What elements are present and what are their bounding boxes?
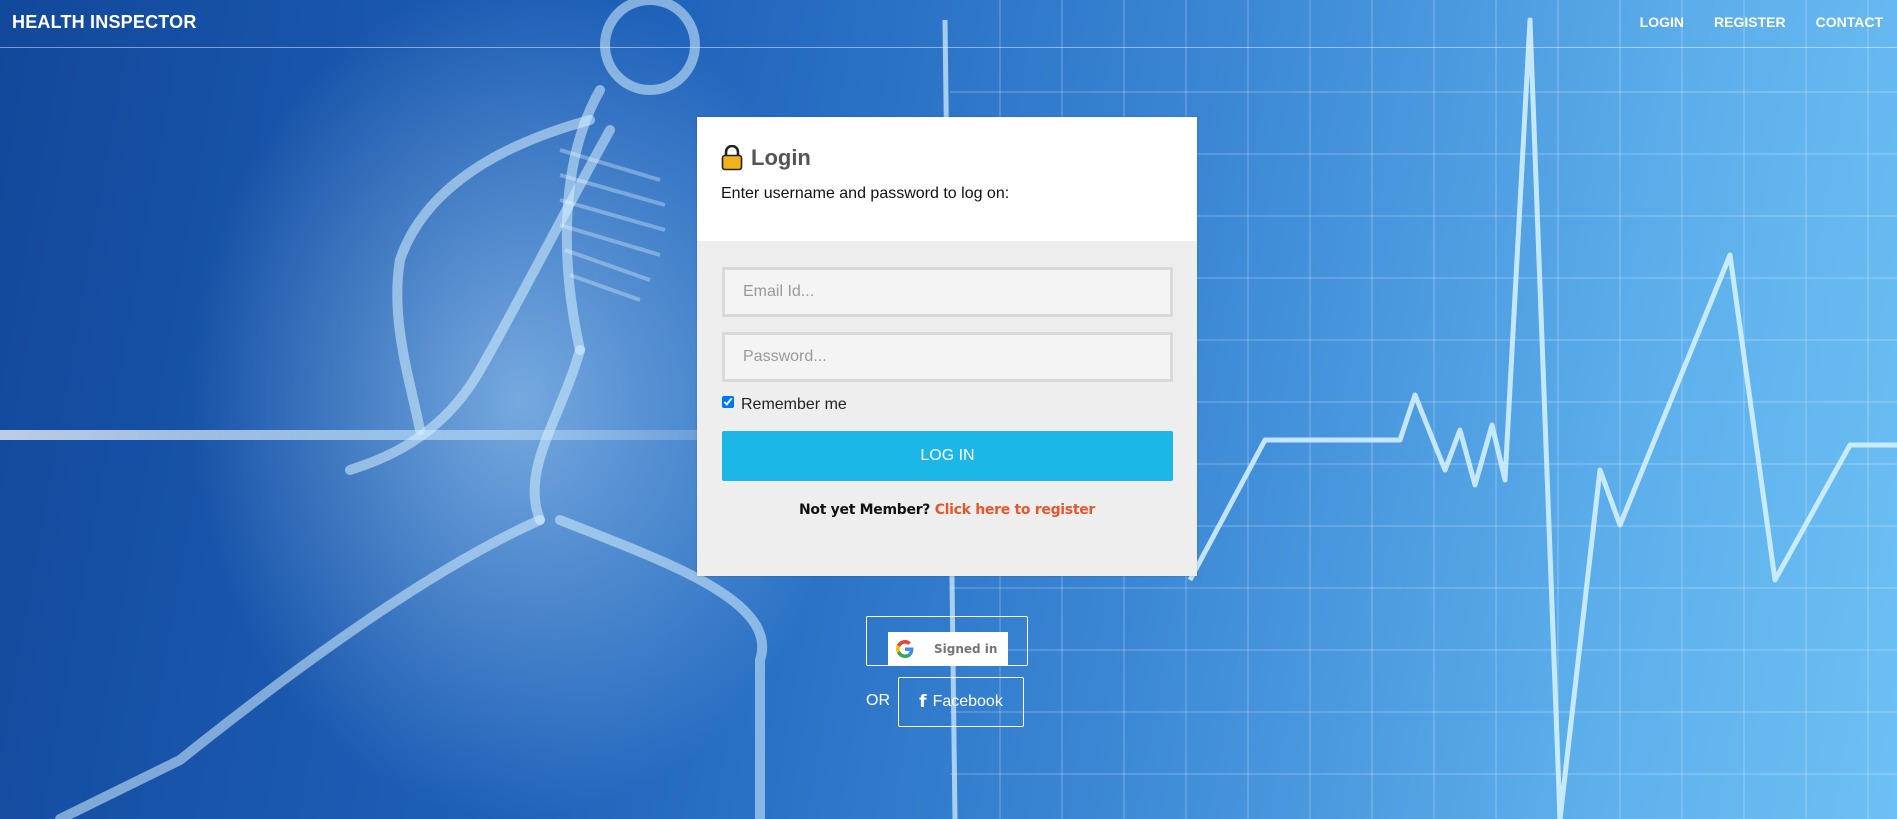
login-card-header: Login Enter username and password to log…	[697, 117, 1197, 241]
register-link[interactable]: Click here to register	[935, 502, 1096, 518]
login-form: Remember me LOG IN Not yet Member? Click…	[697, 241, 1197, 518]
register-prompt-text: Not yet Member?	[798, 502, 931, 518]
facebook-login-button[interactable]: f Facebook	[898, 677, 1024, 727]
password-field[interactable]	[722, 332, 1173, 382]
google-signin-label: Signed in	[934, 642, 998, 656]
login-card: Login Enter username and password to log…	[697, 117, 1197, 576]
login-title-row: Login	[721, 145, 1173, 171]
register-prompt-row: Not yet Member? Click here to register	[722, 502, 1172, 518]
login-subtitle: Enter username and password to log on:	[721, 185, 1010, 202]
main-nav: LOGIN REGISTER CONTACT	[1640, 14, 1883, 30]
google-signin-container: Signed in	[866, 616, 1028, 666]
remember-me-label: Remember me	[741, 396, 847, 413]
email-field[interactable]	[722, 267, 1173, 317]
facebook-f-icon: f	[919, 692, 927, 712]
login-button[interactable]: LOG IN	[722, 431, 1173, 481]
nav-contact-link[interactable]: CONTACT	[1816, 14, 1883, 30]
or-separator: OR	[866, 692, 890, 709]
login-title: Login	[751, 145, 811, 170]
google-g-icon	[896, 640, 914, 658]
facebook-label: Facebook	[932, 693, 1003, 710]
brand-title[interactable]: HEALTH INSPECTOR	[12, 12, 197, 33]
nav-login-link[interactable]: LOGIN	[1640, 14, 1684, 30]
lock-icon	[721, 145, 743, 171]
remember-me-row[interactable]: Remember me	[722, 396, 1172, 414]
nav-register-link[interactable]: REGISTER	[1714, 14, 1786, 30]
google-signin-button[interactable]: Signed in	[888, 632, 1008, 666]
top-navbar: HEALTH INSPECTOR LOGIN REGISTER CONTACT	[0, 0, 1897, 48]
remember-me-checkbox[interactable]	[722, 396, 734, 408]
